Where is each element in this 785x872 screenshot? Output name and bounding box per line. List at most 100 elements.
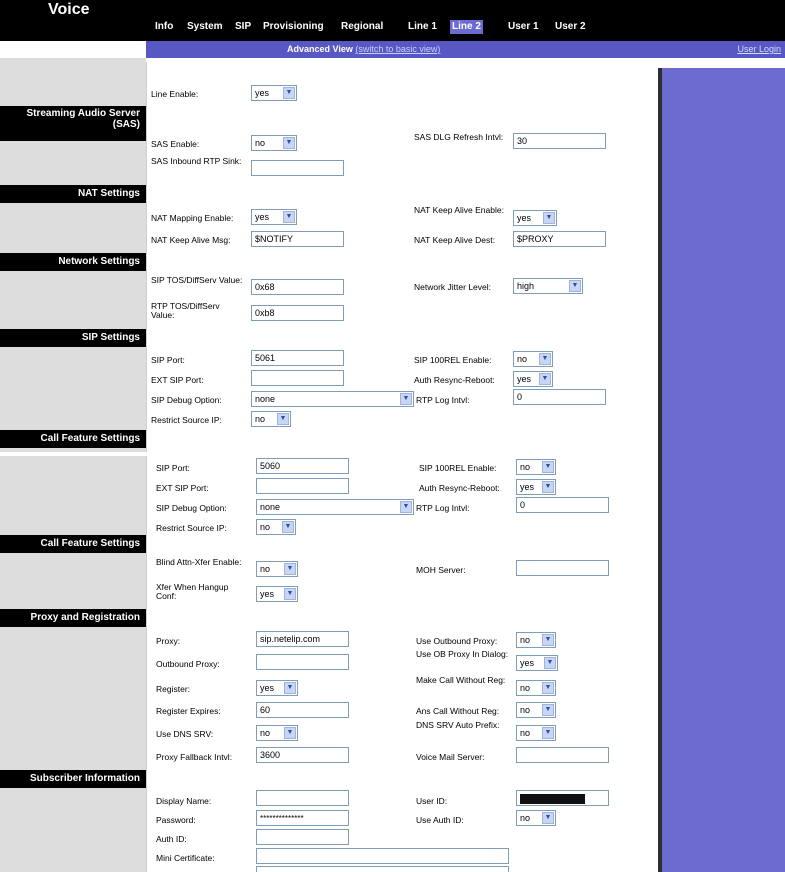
auth-resync-a-select[interactable]: yes ▼ (513, 371, 553, 387)
restrict-a-label: Restrict Source IP: (151, 415, 222, 425)
jitter-select[interactable]: high ▼ (513, 278, 583, 294)
tab-line-2[interactable]: Line 2 (450, 20, 483, 34)
user-login-link[interactable]: User Login (737, 44, 781, 54)
ext-sip-a-label: EXT SIP Port: (151, 375, 204, 385)
ob-proxy-label: Outbound Proxy: (156, 659, 220, 669)
restrict-b-value: no (260, 522, 271, 532)
auth-resync-b-select[interactable]: yes ▼ (516, 479, 556, 495)
tab-regional[interactable]: Regional (341, 20, 383, 34)
line-enable-select[interactable]: yes ▼ (251, 85, 297, 101)
display-name-input[interactable] (256, 790, 349, 806)
dns-prefix-select[interactable]: no ▼ (516, 725, 556, 741)
chevron-down-icon: ▼ (283, 87, 295, 99)
restrict-a-select[interactable]: no ▼ (251, 411, 291, 427)
use-ob-dialog-select[interactable]: yes ▼ (516, 655, 558, 671)
section-call-feature-b: Call Feature Settings (0, 535, 146, 553)
use-auth-select[interactable]: no ▼ (516, 810, 556, 826)
section-sip: SIP Settings (0, 329, 146, 347)
chevron-down-icon: ▼ (544, 657, 556, 669)
tab-user-1[interactable]: User 1 (508, 20, 539, 34)
proxy-input[interactable]: sip.netelip.com (256, 631, 349, 647)
nat-ka-dest-input[interactable]: $PROXY (513, 231, 606, 247)
sip-100rel-a-select[interactable]: no ▼ (513, 351, 553, 367)
use-ob-proxy-value: no (520, 635, 531, 645)
chevron-down-icon: ▼ (542, 812, 554, 824)
mini-cert-label: Mini Certificate: (156, 853, 215, 863)
nat-ka-msg-input[interactable]: $NOTIFY (251, 231, 344, 247)
right-panel (662, 68, 785, 872)
dns-prefix-value: no (520, 728, 531, 738)
sip-debug-b-select[interactable]: none ▼ (256, 499, 414, 515)
tab-sip[interactable]: SIP (235, 20, 251, 34)
sip-100rel-b-select[interactable]: no ▼ (516, 459, 556, 475)
chevron-down-icon: ▼ (539, 373, 551, 385)
use-ob-proxy-select[interactable]: no ▼ (516, 632, 556, 648)
sas-dlg-label: SAS DLG Refresh Intvl: (414, 132, 504, 142)
sip-debug-b-value: none (260, 502, 281, 512)
rtp-log-a-label: RTP Log Intvl: (416, 395, 470, 405)
user-id-input[interactable] (516, 790, 609, 806)
vm-server-input[interactable] (516, 747, 609, 763)
switch-view-link[interactable]: (switch to basic view) (355, 44, 440, 54)
sip-100rel-b-value: no (520, 462, 531, 472)
proxy-fb-input[interactable]: 3600 (256, 747, 349, 763)
tab-line-1[interactable]: Line 1 (408, 20, 437, 34)
sas-dlg-input[interactable]: 30 (513, 133, 606, 149)
nat-map-label: NAT Mapping Enable: (151, 213, 234, 223)
chevron-down-icon: ▼ (284, 727, 296, 739)
tab-info[interactable]: Info (155, 20, 173, 34)
sip-tos-input[interactable]: 0x68 (251, 279, 344, 295)
blind-xfer-select[interactable]: no ▼ (256, 561, 298, 577)
rtp-tos-label: RTP TOS/DiffServ Value: (151, 301, 220, 320)
tab-provisioning[interactable]: Provisioning (263, 20, 324, 34)
rtp-tos-input[interactable]: 0xb8 (251, 305, 344, 321)
chevron-down-icon: ▼ (543, 212, 555, 224)
rtp-log-b-input[interactable]: 0 (516, 497, 609, 513)
chevron-down-icon: ▼ (542, 461, 554, 473)
auth-id-input[interactable] (256, 829, 349, 845)
sip-debug-a-select[interactable]: none ▼ (251, 391, 414, 407)
ext-sip-b-input[interactable] (256, 478, 349, 494)
register-label: Register: (156, 684, 191, 694)
auth-resync-b-label: Auth Resync-Reboot: (419, 483, 500, 493)
chevron-down-icon: ▼ (539, 353, 551, 365)
section-nat: NAT Settings (0, 185, 146, 203)
password-input[interactable]: ************** (256, 810, 349, 826)
use-ob-dialog-label: Use OB Proxy In Dialog: (416, 649, 509, 659)
moh-input[interactable] (516, 560, 609, 576)
sip-100rel-b-label: SIP 100REL Enable: (419, 463, 497, 473)
next-field-input[interactable] (256, 866, 509, 872)
section-sas: Streaming Audio Server (SAS) (0, 106, 146, 141)
sas-enable-select[interactable]: no ▼ (251, 135, 297, 151)
mini-cert-input[interactable] (256, 848, 509, 864)
top-bar (0, 0, 785, 41)
chevron-down-icon: ▼ (542, 727, 554, 739)
use-auth-label: Use Auth ID: (416, 815, 464, 825)
tab-user-2[interactable]: User 2 (555, 20, 586, 34)
chevron-down-icon: ▼ (542, 481, 554, 493)
reg-expires-input[interactable]: 60 (256, 702, 349, 718)
register-select[interactable]: yes ▼ (256, 680, 298, 696)
nat-ka-enable-label: NAT Keep Alive Enable: (414, 205, 504, 215)
auth-resync-b-value: yes (520, 482, 535, 492)
ans-call-select[interactable]: no ▼ (516, 702, 556, 718)
sas-rtp-input[interactable] (251, 160, 344, 176)
tab-system[interactable]: System (187, 20, 223, 34)
nat-map-select[interactable]: yes ▼ (251, 209, 297, 225)
nat-ka-enable-select[interactable]: yes ▼ (513, 210, 557, 226)
jitter-value: high (517, 281, 535, 291)
ans-call-value: no (520, 705, 531, 715)
ext-sip-a-input[interactable] (251, 370, 344, 386)
sip-debug-a-value: none (255, 394, 276, 404)
auth-resync-a-value: yes (517, 374, 532, 384)
ob-proxy-input[interactable] (256, 654, 349, 670)
rtp-log-a-input[interactable]: 0 (513, 389, 606, 405)
sip-port-a-input[interactable]: 5061 (251, 350, 344, 366)
make-call-select[interactable]: no ▼ (516, 680, 556, 696)
xfer-hangup-select[interactable]: yes ▼ (256, 586, 298, 602)
sip-port-b-input[interactable]: 5060 (256, 458, 349, 474)
sip-100rel-a-label: SIP 100REL Enable: (414, 355, 492, 365)
view-mode: Advanced View (switch to basic view) (287, 44, 440, 54)
use-dns-select[interactable]: no ▼ (256, 725, 298, 741)
restrict-b-select[interactable]: no ▼ (256, 519, 296, 535)
